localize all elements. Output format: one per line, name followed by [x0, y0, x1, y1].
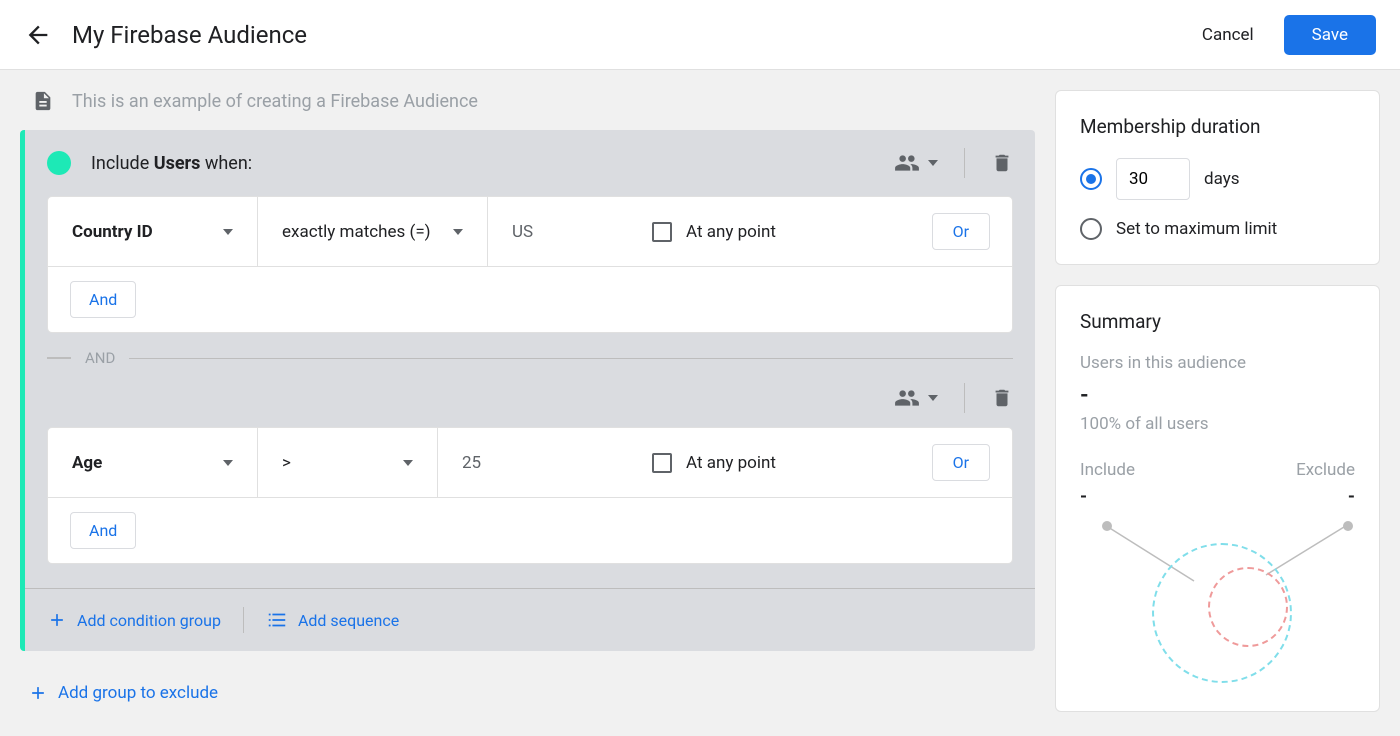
- group-bottom-actions: Add condition group Add sequence: [25, 588, 1035, 633]
- cancel-button[interactable]: Cancel: [1202, 25, 1254, 45]
- condition-card: Country ID exactly matches (=) US At any…: [47, 196, 1013, 333]
- value-input[interactable]: 25: [438, 428, 628, 497]
- trash-icon[interactable]: [991, 152, 1013, 174]
- field-selector[interactable]: Country ID: [48, 197, 258, 266]
- divider: [964, 383, 965, 413]
- chevron-down-icon[interactable]: [928, 158, 938, 168]
- radio-unchecked-icon: [1080, 218, 1102, 240]
- membership-title: Membership duration: [1080, 115, 1355, 138]
- include-condition-group: Include Users when: Country ID: [20, 130, 1035, 651]
- add-sequence-button[interactable]: Add sequence: [266, 609, 399, 631]
- or-button[interactable]: Or: [932, 213, 990, 250]
- divider: [243, 607, 244, 633]
- summary-percent: 100% of all users: [1080, 414, 1355, 434]
- include-value: -: [1080, 486, 1087, 507]
- chevron-down-icon: [403, 458, 413, 468]
- and-separator: AND: [47, 349, 1013, 367]
- max-limit-option[interactable]: Set to maximum limit: [1080, 218, 1355, 240]
- or-button[interactable]: Or: [932, 444, 990, 481]
- exclude-value: -: [1348, 486, 1355, 507]
- audience-description[interactable]: This is an example of creating a Firebas…: [72, 91, 478, 112]
- group-label: Include Users when:: [91, 153, 894, 174]
- summary-panel: Summary Users in this audience - 100% of…: [1055, 285, 1380, 712]
- add-group-to-exclude-button[interactable]: Add group to exclude: [20, 683, 1035, 703]
- field-selector[interactable]: Age: [48, 428, 258, 497]
- group-header: Include Users when:: [25, 130, 1035, 196]
- chevron-down-icon: [223, 458, 233, 468]
- any-point-checkbox[interactable]: At any point: [628, 197, 932, 266]
- duration-input[interactable]: [1116, 158, 1190, 200]
- chevron-down-icon: [453, 227, 463, 237]
- include-label: Include: [1080, 460, 1135, 480]
- radio-checked-icon: [1080, 168, 1102, 190]
- value-input[interactable]: US: [488, 197, 628, 266]
- sequence-icon: [266, 609, 288, 631]
- plus-icon: [28, 683, 48, 703]
- document-icon: [32, 90, 54, 112]
- chevron-down-icon[interactable]: [928, 393, 938, 403]
- condition-row: Age > 25 At any point Or: [48, 428, 1012, 498]
- page-header: My Firebase Audience Cancel Save: [0, 0, 1400, 70]
- page-title: My Firebase Audience: [72, 21, 1202, 49]
- sidebar: Membership duration days Set to maximum …: [1055, 90, 1380, 712]
- group-indicator-dot: [47, 151, 71, 175]
- membership-panel: Membership duration days Set to maximum …: [1055, 90, 1380, 265]
- operator-selector[interactable]: >: [258, 428, 438, 497]
- checkbox-icon: [652, 222, 672, 242]
- chevron-down-icon: [223, 227, 233, 237]
- main-column: This is an example of creating a Firebas…: [20, 90, 1035, 712]
- summary-total: -: [1080, 383, 1355, 408]
- condition-row: Country ID exactly matches (=) US At any…: [48, 197, 1012, 267]
- users-icon[interactable]: [894, 150, 920, 176]
- divider: [964, 148, 965, 178]
- checkbox-icon: [652, 453, 672, 473]
- condition-card: Age > 25 At any point Or: [47, 427, 1013, 564]
- any-point-checkbox[interactable]: At any point: [628, 428, 932, 497]
- exclude-label: Exclude: [1296, 460, 1355, 480]
- plus-icon: [47, 610, 67, 630]
- and-button[interactable]: And: [70, 281, 136, 318]
- group-header-2: [25, 383, 1035, 427]
- add-condition-group-button[interactable]: Add condition group: [47, 610, 221, 630]
- users-icon[interactable]: [894, 385, 920, 411]
- and-button[interactable]: And: [70, 512, 136, 549]
- venn-diagram: [1080, 517, 1355, 687]
- back-arrow-icon[interactable]: [24, 21, 52, 49]
- exclude-circle: [1208, 567, 1288, 647]
- summary-title: Summary: [1080, 310, 1355, 333]
- summary-subtitle: Users in this audience: [1080, 353, 1355, 373]
- description-row: This is an example of creating a Firebas…: [20, 90, 1035, 130]
- trash-icon[interactable]: [991, 387, 1013, 409]
- save-button[interactable]: Save: [1284, 15, 1376, 55]
- operator-selector[interactable]: exactly matches (=): [258, 197, 488, 266]
- duration-days-option[interactable]: days: [1080, 158, 1355, 200]
